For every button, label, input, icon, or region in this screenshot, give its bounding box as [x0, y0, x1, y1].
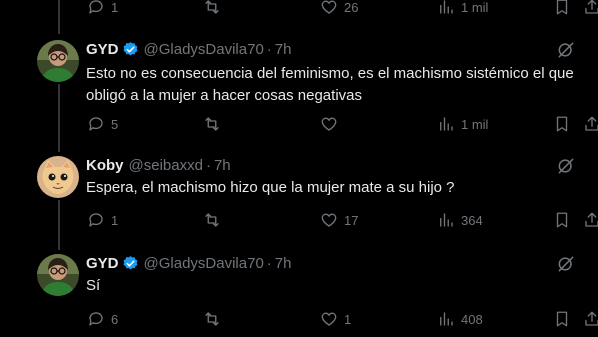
reply-count: 5	[111, 116, 119, 132]
tweet-header: GYD @GladysDavila70 · 7h	[86, 255, 291, 272]
action-bar: 1 17 364	[0, 209, 598, 231]
like-count: 17	[344, 212, 359, 228]
like-icon	[321, 117, 337, 131]
action-bar: 6 1 408	[0, 308, 598, 330]
author-handle[interactable]: @seibaxxd	[129, 157, 203, 174]
author-handle[interactable]: @GladysDavila70	[144, 41, 264, 58]
like-icon	[321, 213, 337, 227]
share-icon	[585, 116, 598, 131]
tweet-header: GYD @GladysDavila70 · 7h	[86, 41, 291, 58]
bookmark-icon	[556, 311, 568, 327]
tweet-text: Espera, el machismo hizo que la mujer ma…	[86, 179, 455, 196]
reply-button[interactable]: 1	[87, 209, 118, 231]
grok-button[interactable]	[556, 156, 576, 176]
views-icon	[440, 0, 453, 14]
tweet-time[interactable]: 7h	[275, 255, 292, 272]
share-icon	[585, 0, 598, 14]
repost-icon	[205, 117, 219, 131]
tweet-time[interactable]: 7h	[214, 157, 231, 174]
reply-button[interactable]: 1	[87, 0, 118, 18]
share-button[interactable]	[583, 0, 598, 18]
views-button[interactable]: 1 mil	[437, 113, 488, 135]
author-name[interactable]: Koby	[86, 157, 124, 174]
reply-count: 1	[111, 0, 119, 15]
bookmark-button[interactable]	[553, 308, 571, 330]
reply-count: 6	[111, 311, 119, 327]
separator-dot: ·	[205, 157, 211, 174]
views-icon	[440, 117, 453, 131]
action-bar-previous: 1 26 1 mil	[0, 0, 598, 18]
author-handle[interactable]: @GladysDavila70	[144, 255, 264, 272]
verified-badge-icon	[123, 42, 137, 56]
share-button[interactable]	[583, 308, 598, 330]
reply-icon	[89, 117, 103, 131]
views-button[interactable]: 1 mil	[437, 0, 488, 18]
reply-icon	[89, 312, 103, 326]
avatar-image-icon	[37, 254, 79, 296]
like-button[interactable]: 26	[320, 0, 358, 18]
views-button[interactable]: 364	[437, 209, 483, 231]
grok-button[interactable]	[556, 254, 576, 274]
share-icon	[585, 212, 598, 227]
bookmark-icon	[556, 116, 568, 132]
avatar-image-icon	[37, 156, 79, 198]
tweet[interactable]: Koby @seibaxxd · 7h Espera, el machismo …	[0, 150, 598, 240]
share-button[interactable]	[583, 209, 598, 231]
avatar[interactable]	[37, 254, 79, 296]
like-button[interactable]	[320, 113, 344, 135]
repost-button[interactable]	[203, 0, 227, 18]
grok-icon	[558, 42, 574, 58]
repost-icon	[205, 312, 219, 326]
tweet[interactable]: GYD @GladysDavila70 · 7h Esto no es cons…	[0, 34, 598, 144]
avatar-image-icon	[37, 40, 79, 82]
views-icon	[440, 312, 453, 326]
like-count: 26	[344, 0, 359, 15]
reply-icon	[89, 0, 103, 14]
repost-button[interactable]	[203, 113, 227, 135]
tweet[interactable]: GYD @GladysDavila70 · 7h Sí 6 1 408	[0, 248, 598, 337]
separator-dot: ·	[266, 41, 272, 58]
reply-thread: 1 26 1 mil GYD @GladysDavila70 · 7h Esto…	[0, 0, 598, 337]
bookmark-button[interactable]	[553, 209, 571, 231]
reply-button[interactable]: 5	[87, 113, 118, 135]
grok-icon	[558, 158, 574, 174]
separator-dot: ·	[266, 255, 272, 272]
reply-button[interactable]: 6	[87, 308, 118, 330]
repost-button[interactable]	[203, 209, 227, 231]
tweet-header: Koby @seibaxxd · 7h	[86, 157, 231, 174]
like-icon	[321, 312, 337, 326]
bookmark-button[interactable]	[553, 113, 571, 135]
share-icon	[585, 311, 598, 326]
repost-button[interactable]	[203, 308, 227, 330]
author-name[interactable]: GYD	[86, 41, 119, 58]
reply-icon	[89, 213, 103, 227]
like-button[interactable]: 17	[320, 209, 358, 231]
like-count: 1	[344, 311, 352, 327]
author-name[interactable]: GYD	[86, 255, 119, 272]
grok-button[interactable]	[556, 40, 576, 60]
tweet-text: Sí	[86, 277, 101, 294]
verified-badge-icon	[123, 256, 137, 270]
views-count: 364	[461, 212, 483, 228]
views-icon	[440, 213, 453, 227]
repost-icon	[205, 0, 219, 14]
bookmark-icon	[556, 212, 568, 228]
reply-count: 1	[111, 212, 119, 228]
like-button[interactable]: 1	[320, 308, 351, 330]
repost-icon	[205, 213, 219, 227]
views-count: 1 mil	[461, 0, 489, 15]
share-button[interactable]	[583, 113, 598, 135]
tweet-time[interactable]: 7h	[275, 41, 292, 58]
views-count: 408	[461, 311, 483, 327]
tweet-text: Esto no es consecuencia del feminismo, e…	[86, 65, 574, 104]
grok-icon	[558, 256, 574, 272]
views-button[interactable]: 408	[437, 308, 483, 330]
bookmark-button[interactable]	[553, 0, 571, 18]
like-icon	[321, 0, 337, 14]
views-count: 1 mil	[461, 116, 489, 132]
avatar[interactable]	[37, 156, 79, 198]
action-bar: 5 1 mil	[0, 113, 598, 135]
bookmark-icon	[556, 0, 568, 15]
avatar[interactable]	[37, 40, 79, 82]
